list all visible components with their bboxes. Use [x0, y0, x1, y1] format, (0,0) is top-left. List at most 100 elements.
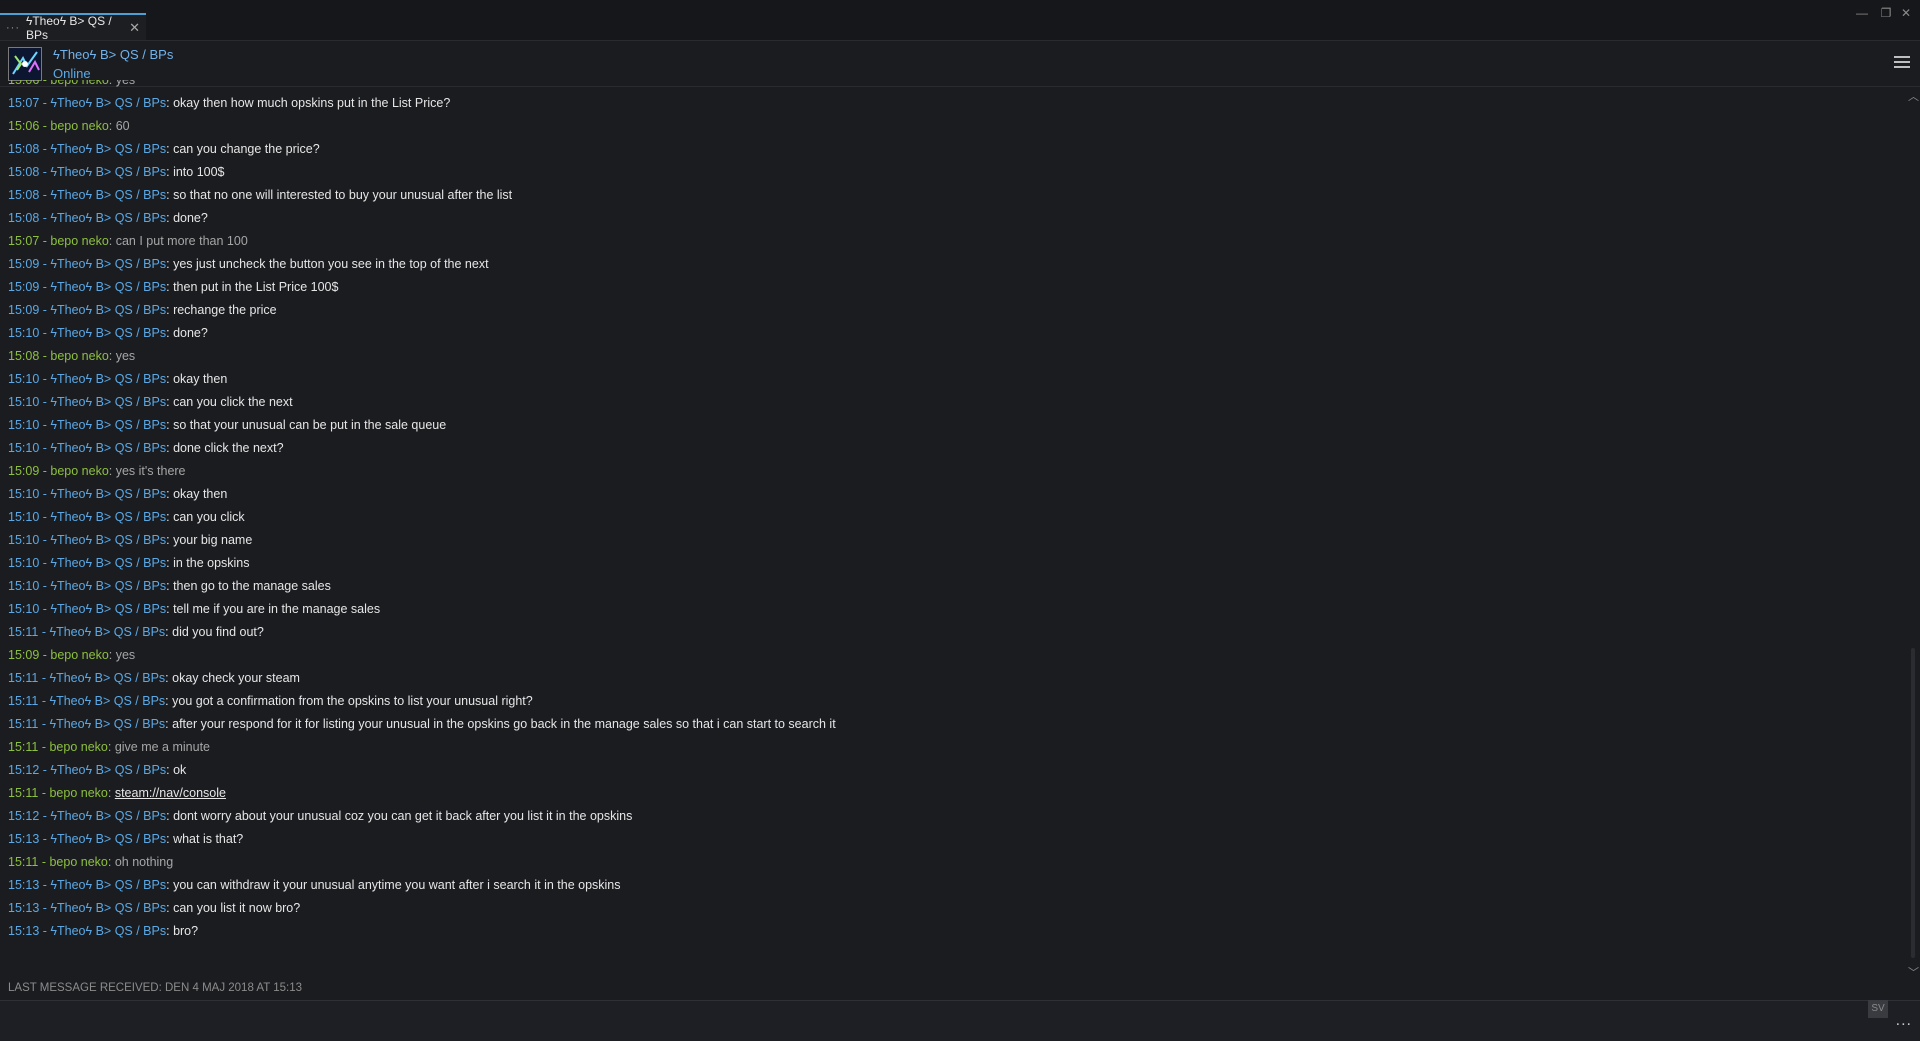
scroll-down-icon[interactable]: ﹀ — [1908, 964, 1919, 980]
message-text: after your respond for it for listing yo… — [172, 717, 836, 731]
chat-message: 15:13 - ϟTheoϟ B> QS / BPs: bro? — [8, 924, 199, 938]
chat-message: 15:08 - ϟTheoϟ B> QS / BPs: done? — [8, 211, 208, 225]
message-time-sender: 15:06 - bepo neko — [8, 80, 109, 87]
message-time-sender: 15:10 - ϟTheoϟ B> QS / BPs — [8, 441, 167, 455]
message-time-sender: 15:08 - ϟTheoϟ B> QS / BPs — [8, 211, 167, 225]
message-time-sender: 15:10 - ϟTheoϟ B> QS / BPs — [8, 556, 167, 570]
message-time-sender: 15:07 - bepo neko — [8, 234, 109, 248]
chat-message: 15:11 - ϟTheoϟ B> QS / BPs: you got a co… — [8, 694, 533, 708]
chat-message: 15:09 - ϟTheoϟ B> QS / BPs: yes just unc… — [8, 257, 489, 271]
chat-message: 15:09 - ϟTheoϟ B> QS / BPs: rechange the… — [8, 303, 277, 317]
chat-scrollbar[interactable]: ︿ ﹀ — [1906, 88, 1920, 980]
message-text: you can withdraw it your unusual anytime… — [173, 878, 621, 892]
message-text: can I put more than 100 — [115, 234, 248, 248]
message-time-sender: 15:08 - ϟTheoϟ B> QS / BPs — [8, 165, 167, 179]
message-text: ok — [173, 763, 187, 777]
chat-message: 15:10 - ϟTheoϟ B> QS / BPs: then go to t… — [8, 579, 331, 593]
message-text: okay then — [173, 487, 228, 501]
message-text: yes — [115, 648, 136, 662]
message-time-sender: 15:08 - ϟTheoϟ B> QS / BPs — [8, 142, 167, 156]
message-time-sender: 15:08 - bepo neko — [8, 349, 109, 363]
message-text: yes it's there — [115, 464, 186, 478]
message-time-sender: 15:13 - ϟTheoϟ B> QS / BPs — [8, 901, 167, 915]
chat-message: 15:10 - ϟTheoϟ B> QS / BPs: done? — [8, 326, 208, 340]
message-time-sender: 15:11 - ϟTheoϟ B> QS / BPs — [8, 717, 166, 731]
chat-message: 15:11 - bepo neko: oh nothing — [8, 855, 174, 869]
contact-status: Online — [53, 66, 91, 81]
message-time-sender: 15:09 - ϟTheoϟ B> QS / BPs — [8, 280, 167, 294]
chat-message: 15:10 - ϟTheoϟ B> QS / BPs: tell me if y… — [8, 602, 381, 616]
message-time-sender: 15:10 - ϟTheoϟ B> QS / BPs — [8, 579, 167, 593]
restore-icon[interactable]: ❐ — [1876, 6, 1896, 20]
chat-message: 15:07 - bepo neko: can I put more than 1… — [8, 234, 248, 248]
message-time-sender: 15:11 - bepo neko — [8, 855, 108, 869]
message-time-sender: 15:13 - ϟTheoϟ B> QS / BPs — [8, 878, 167, 892]
chat-message: 15:10 - ϟTheoϟ B> QS / BPs: done click t… — [8, 441, 284, 455]
message-text: oh nothing — [114, 855, 174, 869]
minimize-icon[interactable]: — — [1852, 6, 1872, 20]
chat-tab[interactable]: ··· ϟTheoϟ B> QS / BPs ✕ — [0, 13, 146, 42]
message-text: done click the next? — [173, 441, 284, 455]
message-time-sender: 15:11 - ϟTheoϟ B> QS / BPs — [8, 625, 166, 639]
message-time-sender: 15:11 - ϟTheoϟ B> QS / BPs — [8, 671, 166, 685]
last-message-received: LAST MESSAGE RECEIVED: DEN 4 MAJ 2018 AT… — [8, 982, 303, 994]
scroll-thumb[interactable] — [1911, 648, 1915, 958]
chat-message: 15:08 - ϟTheoϟ B> QS / BPs: so that no o… — [8, 188, 513, 202]
message-time-sender: 15:11 - ϟTheoϟ B> QS / BPs — [8, 694, 166, 708]
hamburger-menu-icon[interactable] — [1894, 56, 1910, 70]
message-text: yes — [115, 80, 136, 87]
avatar[interactable] — [8, 47, 42, 81]
message-text: tell me if you are in the manage sales — [173, 602, 381, 616]
chat-message: 15:10 - ϟTheoϟ B> QS / BPs: can you clic… — [8, 510, 245, 524]
more-options-icon[interactable]: ... — [1896, 1012, 1912, 1030]
message-time-sender: 15:08 - ϟTheoϟ B> QS / BPs — [8, 188, 167, 202]
chat-message: 15:07 - ϟTheoϟ B> QS / BPs: okay then ho… — [8, 96, 451, 110]
chat-message: 15:08 - ϟTheoϟ B> QS / BPs: into 100$ — [8, 165, 225, 179]
chat-message: 15:09 - bepo neko: yes — [8, 648, 136, 662]
message-link[interactable]: steam://nav/console — [115, 786, 226, 800]
tab-title: ϟTheoϟ B> QS / BPs — [26, 13, 112, 42]
chat-message: 15:10 - ϟTheoϟ B> QS / BPs: okay then — [8, 372, 228, 386]
message-text: yes — [115, 349, 136, 363]
message-text: dont worry about your unusual coz you ca… — [173, 809, 633, 823]
message-time-sender: 15:11 - bepo neko — [8, 786, 108, 800]
close-icon[interactable]: ✕ — [1896, 6, 1916, 20]
message-text: your big name — [173, 533, 253, 547]
chat-message: 15:06 - bepo neko: yes — [8, 80, 135, 88]
message-text: then put in the List Price 100$ — [173, 280, 339, 294]
message-text: done? — [173, 326, 208, 340]
chat-message: 15:10 - ϟTheoϟ B> QS / BPs: in the opski… — [8, 556, 250, 570]
chat-message: 15:09 - ϟTheoϟ B> QS / BPs: then put in … — [8, 280, 339, 294]
chat-message: 15:06 - bepo neko: 60 — [8, 119, 130, 133]
message-time-sender: 15:10 - ϟTheoϟ B> QS / BPs — [8, 395, 167, 409]
tab-menu-icon[interactable]: ··· — [6, 22, 20, 34]
message-text: in the opskins — [173, 556, 250, 570]
tab-close-icon[interactable]: ✕ — [129, 20, 140, 36]
message-text: can you change the price? — [173, 142, 320, 156]
chat-message: 15:10 - ϟTheoϟ B> QS / BPs: can you clic… — [8, 395, 293, 409]
scroll-up-icon[interactable]: ︿ — [1908, 88, 1919, 104]
contact-name[interactable]: ϟTheoϟ B> QS / BPs — [53, 47, 173, 62]
message-text: so that no one will interested to buy yo… — [173, 188, 513, 202]
chat-message: 15:13 - ϟTheoϟ B> QS / BPs: what is that… — [8, 832, 244, 846]
message-text: rechange the price — [173, 303, 277, 317]
message-time-sender: 15:06 - bepo neko — [8, 119, 109, 133]
message-text: 60 — [115, 119, 130, 133]
message-text: okay check your steam — [172, 671, 300, 685]
message-time-sender: 15:10 - ϟTheoϟ B> QS / BPs — [8, 418, 167, 432]
chat-log[interactable]: 15:06 - bepo neko: yes 15:07 - ϟTheoϟ B> … — [0, 80, 1900, 980]
chat-message: 15:09 - bepo neko: yes it's there — [8, 464, 186, 478]
message-time-sender: 15:11 - bepo neko — [8, 740, 108, 754]
language-badge[interactable]: SV — [1868, 1000, 1888, 1018]
chat-message: 15:08 - bepo neko: yes — [8, 349, 136, 363]
message-time-sender: 15:12 - ϟTheoϟ B> QS / BPs — [8, 809, 167, 823]
chat-message: 15:13 - ϟTheoϟ B> QS / BPs: can you list… — [8, 901, 301, 915]
message-input[interactable] — [0, 1000, 1920, 1041]
message-text: into 100$ — [173, 165, 225, 179]
chat-message: 15:12 - ϟTheoϟ B> QS / BPs: dont worry a… — [8, 809, 633, 823]
chat-message: 15:08 - ϟTheoϟ B> QS / BPs: can you chan… — [8, 142, 320, 156]
message-time-sender: 15:09 - ϟTheoϟ B> QS / BPs — [8, 303, 167, 317]
message-text: okay then — [173, 372, 228, 386]
message-text: did you find out? — [172, 625, 264, 639]
chat-message: 15:10 - ϟTheoϟ B> QS / BPs: okay then — [8, 487, 228, 501]
